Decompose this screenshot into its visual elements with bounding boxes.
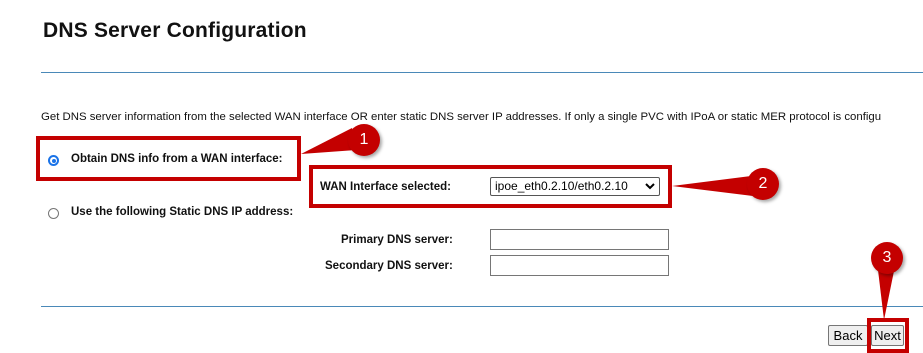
highlight-box-next: [867, 318, 909, 353]
pointer-3: [878, 270, 894, 320]
step-badge-3: 3: [871, 242, 903, 274]
highlight-box-wan-select: [309, 165, 672, 208]
pointer-2: [672, 176, 753, 196]
highlight-box-wan-option: [36, 136, 301, 181]
step-badge-2: 2: [747, 168, 779, 200]
step-badge-1: 1: [348, 124, 380, 156]
